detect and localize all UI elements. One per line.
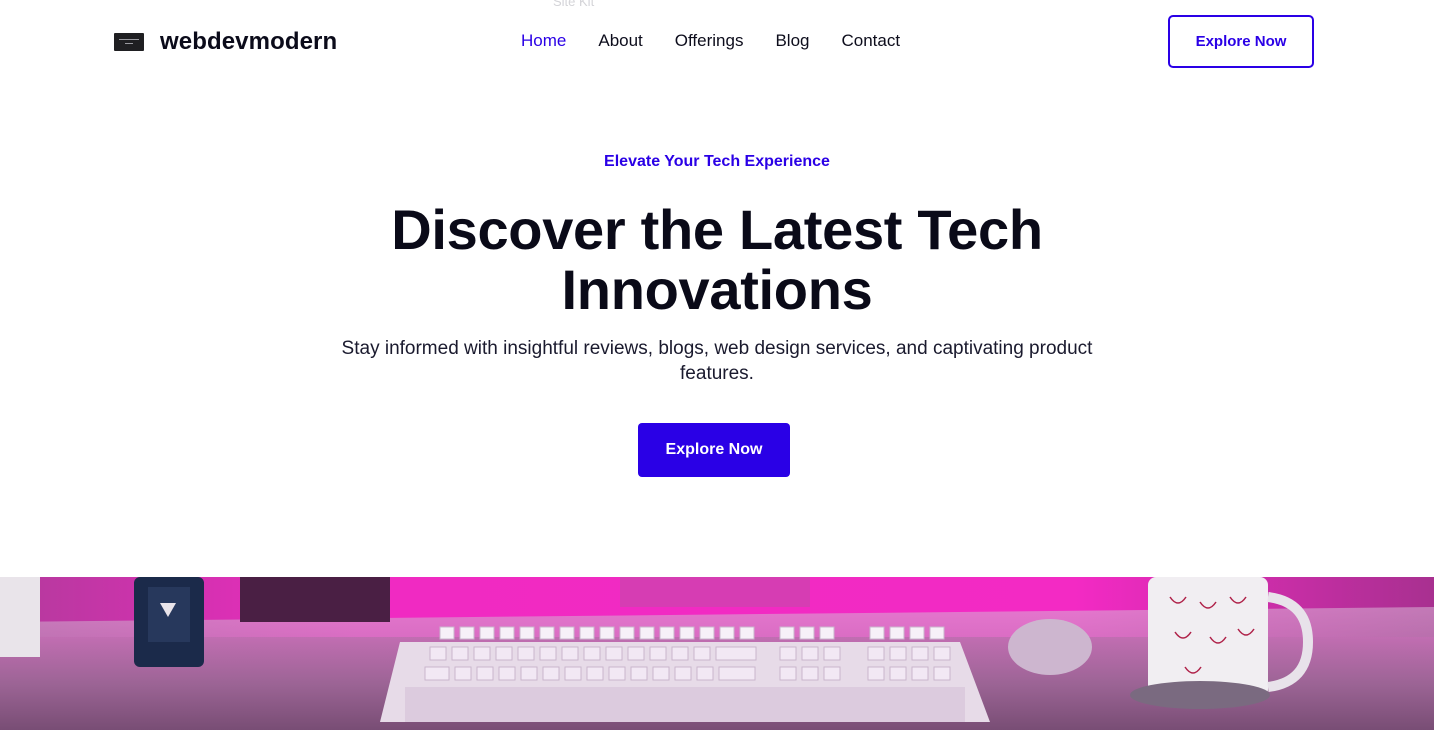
hero-explore-button[interactable]: Explore Now (638, 423, 790, 477)
main-navigation: Home About Offerings Blog Contact (505, 29, 916, 53)
hero-subtext: Stay informed with insightful reviews, b… (341, 338, 1093, 384)
nav-contact[interactable]: Contact (826, 29, 917, 53)
hero-headline: Discover the Latest Tech Innovations (317, 200, 1117, 320)
hero-headline-line2: Innovations (561, 258, 873, 321)
header-explore-button[interactable]: Explore Now (1168, 15, 1314, 68)
hero-headline-line1: Discover the Latest Tech (391, 198, 1043, 261)
hero-eyebrow: Elevate Your Tech Experience (604, 153, 830, 170)
nav-blog[interactable]: Blog (759, 29, 825, 53)
desk-keyboard-illustration (0, 577, 1434, 730)
site-header: webdevmodern Home About Offerings Blog C… (0, 0, 1434, 82)
brand-logo-icon (114, 33, 144, 51)
nav-about[interactable]: About (582, 29, 658, 53)
nav-home[interactable]: Home (505, 29, 582, 53)
brand-name: webdevmodern (160, 28, 338, 55)
hero-desk-image (0, 577, 1434, 730)
nav-offerings[interactable]: Offerings (659, 29, 760, 53)
brand-logo-link[interactable]: webdevmodern (114, 28, 337, 56)
